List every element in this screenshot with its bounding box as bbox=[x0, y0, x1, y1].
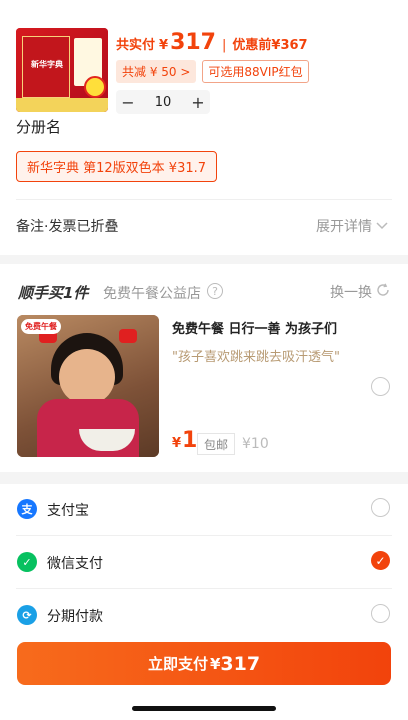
addon-price-currency: ¥ bbox=[172, 436, 182, 451]
quantity-value[interactable]: 10 bbox=[140, 95, 186, 110]
wechat-icon: ✓ bbox=[17, 552, 37, 572]
total-price-value: 317 bbox=[170, 30, 216, 55]
chevron-down-icon bbox=[376, 218, 388, 234]
quantity-stepper: − 10 + bbox=[116, 90, 210, 114]
payment-radio-installment[interactable] bbox=[371, 604, 390, 623]
price-divider: | bbox=[222, 38, 227, 53]
decrease-quantity-button[interactable]: − bbox=[116, 93, 140, 112]
addon-original-price: ¥10 bbox=[242, 436, 269, 452]
volume-label: 分册名 bbox=[16, 118, 62, 136]
free-shipping-badge: 包邮 bbox=[197, 433, 236, 455]
addon-item-quote: "孩子喜欢跳来跳去吸汗透气" bbox=[172, 350, 340, 365]
edition-option[interactable]: 新华字典 第12版双色本 ¥31.7 bbox=[16, 151, 218, 182]
vip-redpacket-tag[interactable]: 可选用88VIP红包 bbox=[202, 60, 309, 83]
payment-method-alipay[interactable]: 支 支付宝 bbox=[0, 483, 408, 535]
addon-price-value: 1 bbox=[182, 428, 198, 453]
installment-icon: ⟳ bbox=[17, 605, 37, 625]
product-image[interactable]: 新华字典 bbox=[16, 28, 108, 112]
swap-label: 换一换 bbox=[330, 285, 372, 301]
payment-method-label: 分期付款 bbox=[47, 609, 103, 625]
discount-tag[interactable]: 共减 ¥ 50 > bbox=[116, 60, 197, 83]
before-discount-value: ¥367 bbox=[271, 38, 308, 53]
pay-now-button[interactable]: 立即支付 ¥ 317 bbox=[17, 642, 391, 685]
free-lunch-logo: 免费午餐 bbox=[21, 319, 61, 334]
divider bbox=[16, 199, 392, 200]
addon-section-title: 顺手买1件 bbox=[18, 284, 89, 302]
addon-select-radio[interactable] bbox=[371, 377, 390, 396]
addon-item-title[interactable]: 免费午餐 日行一善 为孩子们 bbox=[172, 318, 337, 337]
remark-invoice-label: 备注·发票已折叠 bbox=[16, 219, 119, 235]
pay-now-value: 317 bbox=[220, 652, 261, 675]
pay-now-currency: ¥ bbox=[209, 654, 221, 673]
total-price-row: 共实付 ¥ 317 | 优惠前 ¥367 bbox=[116, 30, 308, 58]
expand-details-button[interactable]: 展开详情 bbox=[316, 216, 388, 236]
pay-now-label: 立即支付 bbox=[147, 655, 208, 673]
discount-tags: 共减 ¥ 50 > 可选用88VIP红包 bbox=[116, 60, 309, 83]
currency-symbol: ¥ bbox=[159, 38, 169, 53]
payment-method-label: 微信支付 bbox=[47, 556, 103, 572]
payment-method-label: 支付宝 bbox=[47, 503, 89, 519]
refresh-icon bbox=[376, 283, 390, 301]
payment-method-wechat[interactable]: ✓ 微信支付 ✓ bbox=[0, 536, 408, 588]
payment-radio-wechat[interactable]: ✓ bbox=[371, 551, 390, 570]
addon-shop-name[interactable]: 免费午餐公益店 bbox=[103, 283, 201, 303]
swap-button[interactable]: 换一换 bbox=[330, 282, 390, 302]
payment-method-installment[interactable]: ⟳ 分期付款 bbox=[0, 589, 408, 641]
expand-details-label: 展开详情 bbox=[316, 219, 372, 235]
total-price-label: 共实付 bbox=[116, 38, 156, 53]
addon-price: ¥ 1 bbox=[172, 428, 197, 453]
help-icon[interactable]: ? bbox=[207, 283, 223, 299]
home-indicator[interactable] bbox=[132, 706, 276, 711]
before-discount-label: 优惠前 bbox=[232, 38, 272, 53]
increase-quantity-button[interactable]: + bbox=[186, 93, 210, 112]
alipay-icon: 支 bbox=[17, 499, 37, 519]
payment-radio-alipay[interactable] bbox=[371, 498, 390, 517]
addon-item-image[interactable]: 免费午餐 bbox=[17, 315, 159, 457]
